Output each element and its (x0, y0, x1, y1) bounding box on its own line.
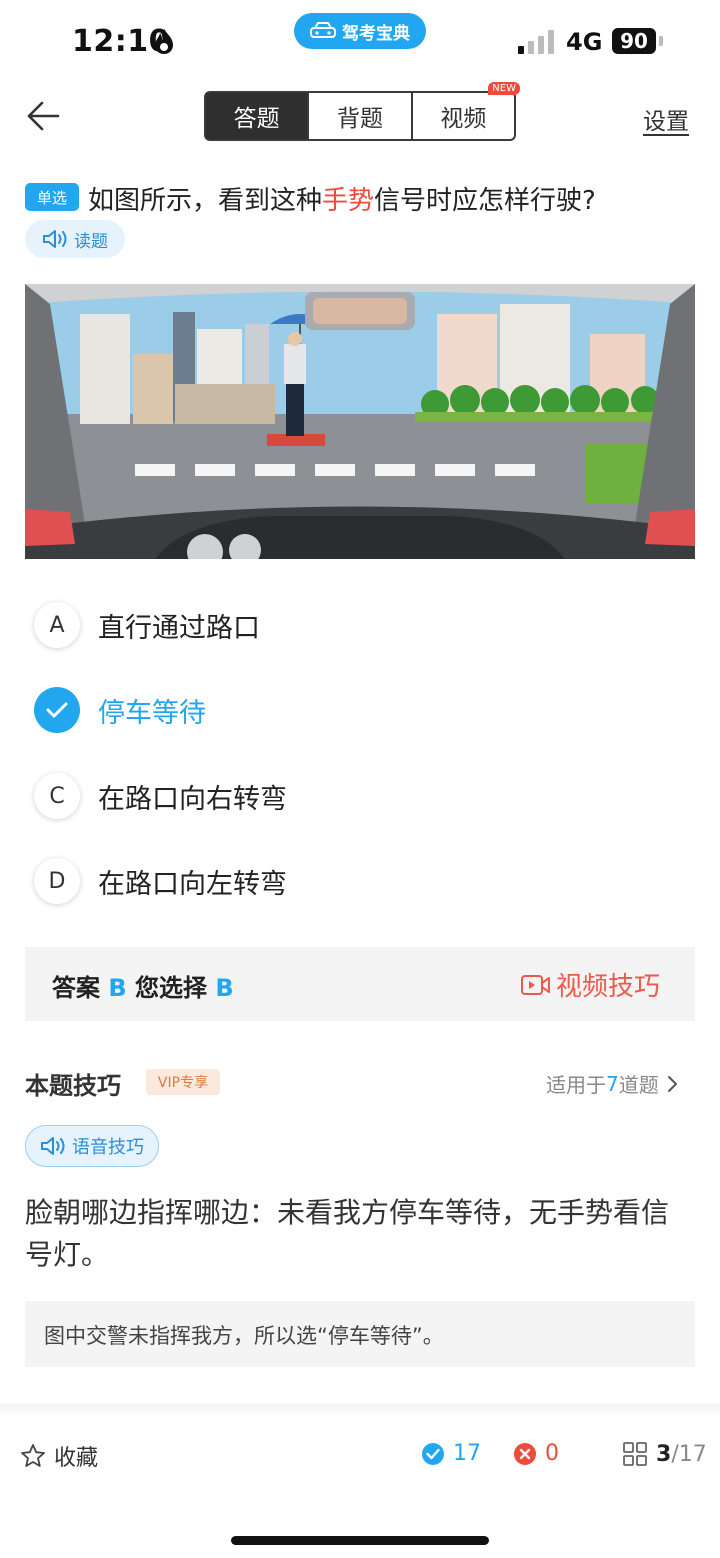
tip-body: 脸朝哪边指挥哪边：未看我方停车等待，无手势看信号灯。 (25, 1196, 670, 1271)
battery-icon: 90 (612, 28, 656, 54)
applies-suffix: 道题 (618, 1073, 659, 1097)
tab-memorize-label: 背题 (336, 106, 383, 132)
question-image (25, 284, 695, 559)
new-badge: NEW (488, 82, 520, 95)
home-indicator[interactable] (231, 1536, 489, 1545)
favorite-button[interactable]: 收藏 (20, 1440, 98, 1472)
option-c-text: 在路口向右转弯 (98, 783, 287, 815)
option-d[interactable]: D 在路口向左转弯 (34, 858, 634, 904)
video-icon (521, 974, 550, 995)
battery-level: 90 (620, 29, 648, 53)
option-c-key: C (34, 773, 80, 819)
bottom-divider (0, 1404, 720, 1416)
flame-icon (155, 28, 173, 54)
answer-summary: 答案 B 您选择 B (52, 968, 234, 1003)
option-b-text: 停车等待 (98, 697, 206, 729)
voice-tip-label: 语音技巧 (72, 1137, 144, 1158)
read-question-button[interactable]: 读题 (25, 220, 125, 258)
question-text-b: 信号时应怎样行驶? (374, 186, 596, 216)
car-icon (310, 22, 336, 38)
applies-prefix: 适用于 (546, 1073, 606, 1097)
app-label: 驾考宝典 (342, 23, 410, 44)
signal-icon (518, 30, 554, 54)
battery-tip (659, 36, 663, 46)
applies-count: 7 (606, 1071, 619, 1096)
explanation-text: 图中交警未指挥我方，所以选“停车等待”。 (44, 1324, 444, 1348)
star-icon (21, 1444, 45, 1467)
check-circle-icon (422, 1442, 444, 1465)
question-text-a: 如图所示，看到这种 (88, 186, 323, 216)
check-icon (34, 687, 80, 733)
option-d-text: 在路口向左转弯 (98, 868, 287, 900)
applies-link[interactable]: 适用于 7 道题 (546, 1069, 683, 1098)
question-progress[interactable]: 3/17 (622, 1441, 707, 1467)
tip-title: 本题技巧 (25, 1072, 121, 1100)
tab-memorize[interactable]: 背题 (307, 93, 410, 139)
app-label-pill[interactable]: 驾考宝典 (294, 13, 426, 49)
option-a[interactable]: A 直行通过路口 (34, 602, 634, 648)
question-text-highlight: 手势 (322, 186, 375, 216)
grid-icon (623, 1442, 647, 1466)
option-c[interactable]: C 在路口向右转弯 (34, 773, 634, 819)
correct-count[interactable]: 17 (421, 1441, 481, 1466)
video-tip-button[interactable]: 视频技巧 (520, 966, 660, 1003)
option-d-key: D (34, 858, 80, 904)
voice-tip-button[interactable]: 语音技巧 (25, 1125, 159, 1167)
chosen-value: B (215, 974, 234, 1002)
progress-current: 3 (656, 1441, 672, 1467)
answer-label: 答案 (52, 974, 100, 1002)
network-label: 4G (566, 28, 603, 56)
option-a-key: A (34, 602, 80, 648)
speaker-icon (41, 1137, 65, 1155)
read-question-label: 读题 (74, 231, 108, 252)
progress-total: /17 (671, 1441, 707, 1467)
settings-link[interactable]: 设置 (643, 102, 689, 136)
correct-count-value: 17 (453, 1441, 481, 1466)
chevron-right-icon (667, 1075, 677, 1092)
answer-value: B (108, 974, 127, 1002)
wrong-count-value: 0 (545, 1441, 559, 1466)
wrong-count[interactable]: 0 (513, 1441, 559, 1466)
tab-video[interactable]: 视频 NEW (410, 82, 520, 139)
vip-badge: VIP专享 (146, 1069, 220, 1095)
mode-tabs: 答题 背题 视频 NEW (204, 82, 520, 141)
favorite-label: 收藏 (54, 1446, 99, 1471)
tab-answer-label: 答题 (233, 106, 280, 132)
speaker-icon (43, 230, 67, 248)
x-circle-icon (514, 1442, 536, 1465)
question-type-badge: 单选 (25, 183, 79, 211)
back-arrow-icon[interactable] (24, 96, 64, 136)
question-text: 如图所示，看到这种手势信号时应怎样行驶? (88, 180, 596, 217)
chosen-label: 您选择 (135, 974, 208, 1002)
option-b[interactable]: 停车等待 (34, 687, 634, 733)
option-a-text: 直行通过路口 (98, 612, 260, 644)
video-tip-label: 视频技巧 (556, 972, 661, 1002)
tab-answer[interactable]: 答题 (206, 93, 308, 139)
tab-video-label: 视频 (440, 106, 487, 132)
